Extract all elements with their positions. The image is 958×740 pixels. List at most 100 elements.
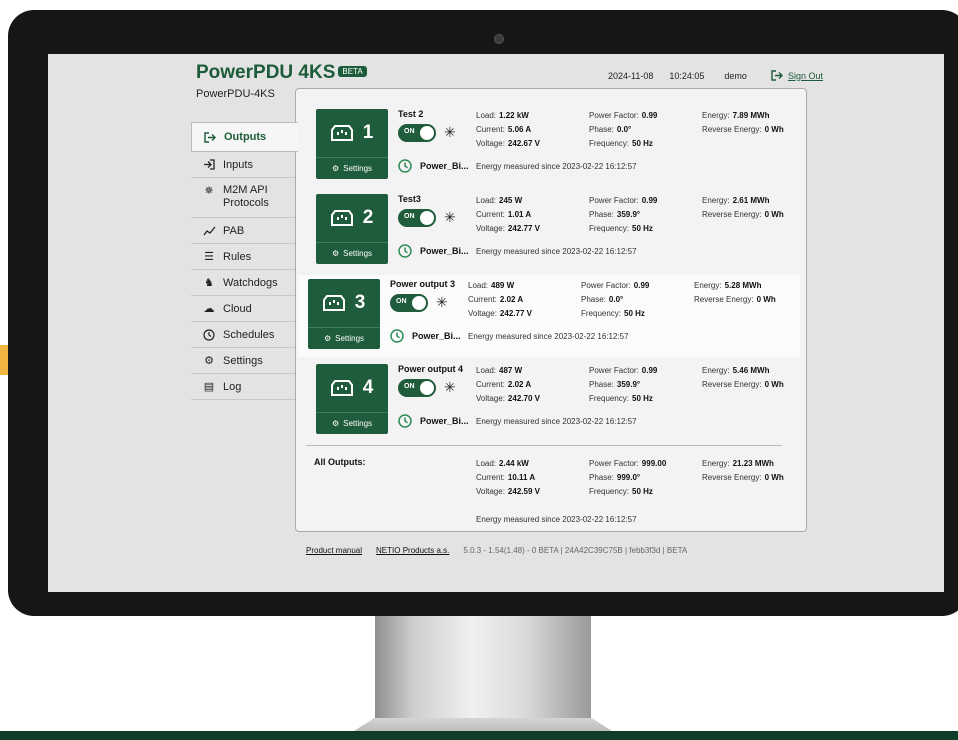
load-value: 487 W (499, 366, 523, 375)
settings-button[interactable]: ⚙ Settings (316, 413, 388, 434)
frequency-value: 50 Hz (632, 394, 653, 403)
reverse-energy-value: 0 Wh (764, 125, 784, 134)
gear-icon: ⚙ (331, 164, 340, 173)
pf-value: 0.99 (641, 111, 658, 120)
sidebar-item-inputs[interactable]: Inputs (191, 152, 296, 178)
sign-out-label: Sign Out (787, 70, 823, 81)
sidebar-item-cloud[interactable]: ☁ Cloud (191, 296, 296, 322)
sidebar-item-settings[interactable]: ⚙ Settings (191, 348, 296, 374)
sidebar-item-outputs[interactable]: Outputs (191, 122, 298, 152)
gear-icon: ⚙ (323, 334, 332, 343)
toggle-knob (420, 211, 434, 225)
output-toggle[interactable]: ON (390, 294, 428, 312)
output-tile-2[interactable]: 2 ⚙ Settings (316, 194, 388, 264)
schedule-link[interactable]: Power_Bi... (398, 414, 469, 428)
energy-label: Energy: (702, 366, 730, 375)
frequency-label: Frequency: (589, 139, 630, 148)
output-toggle[interactable]: ON (398, 209, 436, 227)
company-link[interactable]: NETIO Products a.s. (376, 546, 449, 555)
output-row-4: 4 ⚙ Settings Power output 4 ON ✳ Power_Bi… (306, 360, 792, 442)
pf-value: 0.99 (633, 281, 650, 290)
clock-icon (398, 244, 412, 258)
sidebar-item-label: M2M API Protocols (223, 184, 269, 209)
settings-button[interactable]: ⚙ Settings (316, 158, 388, 179)
socket-icon (330, 125, 353, 141)
output-number: 3 (354, 292, 366, 313)
sun-icon[interactable]: ✳ (444, 209, 456, 226)
output-tile-3[interactable]: 3 ⚙ Settings (308, 279, 380, 349)
current-label: Current: (476, 125, 505, 134)
sidebar-item-pab[interactable]: PAB (191, 218, 296, 244)
bottom-band (0, 731, 958, 740)
settings-button[interactable]: ⚙ Settings (308, 328, 380, 349)
voltage-value: 242.67 V (507, 139, 540, 148)
phase-value: 999.0° (616, 473, 641, 482)
schedule-link[interactable]: Power_Bi... (390, 329, 461, 343)
pf-label: Power Factor: (589, 111, 639, 120)
energy-label: Energy: (702, 196, 730, 205)
cloud-icon: ☁ (203, 303, 215, 315)
sidebar-item-watchdogs[interactable]: ♞ Watchdogs (191, 270, 296, 296)
pf-label: Power Factor: (581, 281, 631, 290)
voltage-value: 242.77 V (507, 224, 540, 233)
reverse-energy-label: Reverse Energy: (702, 473, 762, 482)
sun-icon[interactable]: ✳ (444, 379, 456, 396)
reverse-energy-value: 0 Wh (764, 473, 784, 482)
voltage-label: Voltage: (476, 139, 505, 148)
energy-value: 7.89 MWh (732, 111, 770, 120)
socket-icon (330, 210, 353, 226)
voltage-value: 242.70 V (507, 394, 540, 403)
energy-value: 2.61 MWh (732, 196, 770, 205)
settings-label: Settings (343, 164, 373, 173)
device-name: PowerPDU-4KS (196, 88, 275, 100)
frequency-value: 50 Hz (632, 487, 653, 496)
current-label: Current: (476, 380, 505, 389)
toggle-knob (412, 296, 426, 310)
settings-label: Settings (343, 249, 373, 258)
reverse-energy-value: 0 Wh (764, 380, 784, 389)
pf-value: 999.00 (641, 459, 667, 468)
outputs-panel: 1 ⚙ Settings Test 2 ON ✳ Power_Bi... Load… (295, 88, 807, 532)
energy-since: Energy measured since 2023-02-22 16:12:5… (468, 332, 629, 341)
current-value: 1.01 A (507, 210, 532, 219)
pf-label: Power Factor: (589, 366, 639, 375)
frequency-label: Frequency: (581, 309, 622, 318)
sidebar-item-log[interactable]: ▤ Log (191, 374, 296, 400)
pf-label: Power Factor: (589, 459, 639, 468)
gear-icon: ⚙ (204, 355, 214, 367)
product-manual-link[interactable]: Product manual (306, 546, 362, 555)
output-tile-1[interactable]: 1 ⚙ Settings (316, 109, 388, 179)
arrow-right-box-icon (203, 131, 217, 143)
sidebar-item-schedules[interactable]: Schedules (191, 322, 296, 348)
arrow-in-box-icon (202, 159, 216, 170)
energy-label: Energy: (694, 281, 722, 290)
pf-value: 0.99 (641, 196, 658, 205)
sidebar-item-label: Log (223, 380, 242, 393)
frequency-label: Frequency: (589, 224, 630, 233)
frequency-value: 50 Hz (632, 139, 653, 148)
sidebar-item-rules[interactable]: ☰ Rules (191, 244, 296, 270)
sun-icon[interactable]: ✳ (436, 294, 448, 311)
output-name: Test 2 (398, 109, 424, 119)
brand-title: PowerPDU 4KS BETA (196, 62, 367, 84)
settings-button[interactable]: ⚙ Settings (316, 243, 388, 264)
schedule-link[interactable]: Power_Bi... (398, 244, 469, 258)
sun-icon[interactable]: ✳ (444, 124, 456, 141)
output-toggle[interactable]: ON (398, 379, 436, 397)
toggle-label: ON (404, 128, 415, 135)
schedule-link[interactable]: Power_Bi... (398, 159, 469, 173)
current-label: Current: (468, 295, 497, 304)
monitor-stand-neck (375, 612, 591, 736)
output-tile-4[interactable]: 4 ⚙ Settings (316, 364, 388, 434)
sidebar-item-label: PAB (223, 224, 245, 237)
output-toggle[interactable]: ON (398, 124, 436, 142)
sidebar-item-m2m-api[interactable]: ✵ M2M API Protocols (191, 178, 296, 218)
output-name: Test3 (398, 194, 421, 204)
sidebar: Outputs Inputs ✵ M2M API Protocols PAB ☰… (191, 122, 298, 400)
output-number: 1 (362, 122, 374, 143)
top-bar: 2024-11-08 10:24:05 demo Sign Out (608, 70, 823, 81)
energy-since: Energy measured since 2023-02-22 16:12:5… (476, 162, 637, 171)
output-number: 2 (362, 207, 374, 228)
sign-out-link[interactable]: Sign Out (771, 70, 823, 81)
sidebar-item-label: Schedules (223, 328, 275, 341)
